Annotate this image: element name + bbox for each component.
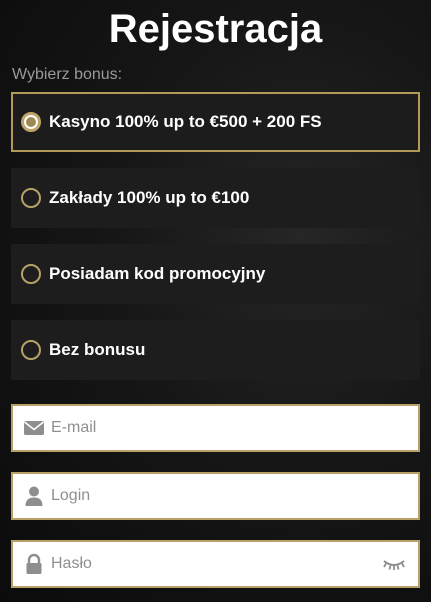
user-icon <box>25 486 43 506</box>
bonus-option-label: Zakłady 100% up to €100 <box>49 188 250 207</box>
page-title: Rejestracja <box>108 7 323 51</box>
bonus-option-promo-code[interactable]: Posiadam kod promocyjny <box>11 244 420 304</box>
bonus-option-casino[interactable]: Kasyno 100% up to €500 + 200 FS <box>11 92 420 152</box>
lock-icon <box>26 553 42 574</box>
email-field[interactable] <box>11 404 420 452</box>
radio-icon[interactable] <box>21 264 41 284</box>
email-input[interactable] <box>51 406 371 450</box>
radio-selected-icon[interactable] <box>21 112 41 132</box>
login-input[interactable] <box>51 474 371 518</box>
envelope-icon <box>24 421 44 435</box>
radio-icon[interactable] <box>21 188 41 208</box>
bonus-label: Wybierz bonus: <box>12 66 123 83</box>
bonus-option-label: Kasyno 100% up to €500 + 200 FS <box>49 112 322 131</box>
password-input[interactable] <box>51 542 371 586</box>
bonus-option-label: Posiadam kod promocyjny <box>49 264 266 283</box>
password-field[interactable] <box>11 540 420 588</box>
login-field[interactable] <box>11 472 420 520</box>
radio-icon[interactable] <box>21 340 41 360</box>
bonus-option-sports[interactable]: Zakłady 100% up to €100 <box>11 168 420 228</box>
eye-closed-icon[interactable] <box>382 556 406 572</box>
bonus-option-label: Bez bonusu <box>49 340 146 359</box>
bonus-option-none[interactable]: Bez bonusu <box>11 320 420 380</box>
